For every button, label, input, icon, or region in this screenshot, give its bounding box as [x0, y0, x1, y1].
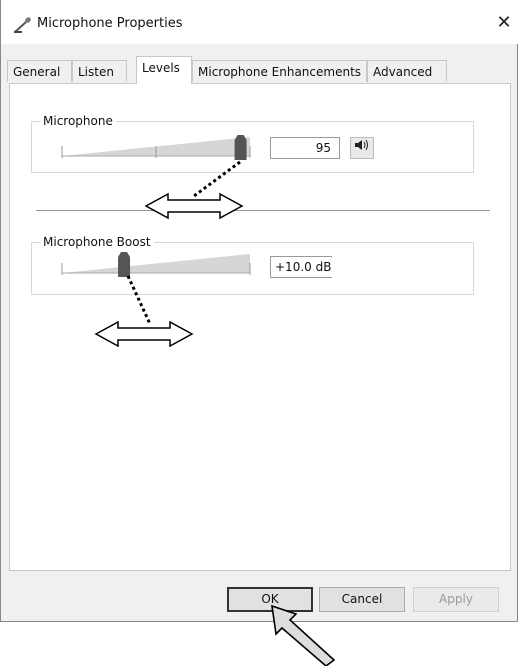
mute-button[interactable] [350, 137, 374, 159]
tab-general[interactable]: General [7, 60, 72, 82]
microphone-boost-group: Microphone Boost +10.0 dB [31, 234, 474, 295]
microphone-boost-value: +10.0 dB [270, 256, 332, 278]
microphone-group: Microphone 95 [31, 113, 474, 173]
microphone-slider-thumb [234, 135, 247, 160]
microphone-level-value[interactable]: 95 [270, 137, 340, 159]
title-bar[interactable]: Microphone Properties ✕ [1, 0, 519, 44]
cancel-button[interactable]: Cancel [319, 587, 405, 612]
window-title: Microphone Properties [37, 16, 183, 31]
tab-levels[interactable]: Levels [136, 56, 192, 84]
tab-listen[interactable]: Listen [72, 60, 127, 82]
tab-microphone-enhancements[interactable]: Microphone Enhancements [192, 60, 367, 82]
apply-button: Apply [413, 587, 499, 612]
microphone-group-label: Microphone [40, 113, 116, 129]
ok-button[interactable]: OK [227, 587, 313, 612]
microphone-boost-group-label: Microphone Boost [40, 234, 154, 250]
properties-window: Microphone Properties ✕ General Listen L… [0, 0, 519, 622]
speaker-icon [355, 139, 368, 151]
close-button[interactable]: ✕ [489, 10, 519, 36]
microphone-volume-slider[interactable] [60, 134, 260, 162]
tab-advanced[interactable]: Advanced [367, 60, 447, 82]
microphone-icon [14, 17, 31, 33]
microphone-boost-slider-thumb [118, 252, 131, 277]
levels-panel: Microphone 95 Microphone Boost +10.0 dB [9, 83, 511, 571]
section-divider [36, 210, 490, 211]
microphone-boost-slider[interactable] [60, 251, 260, 279]
